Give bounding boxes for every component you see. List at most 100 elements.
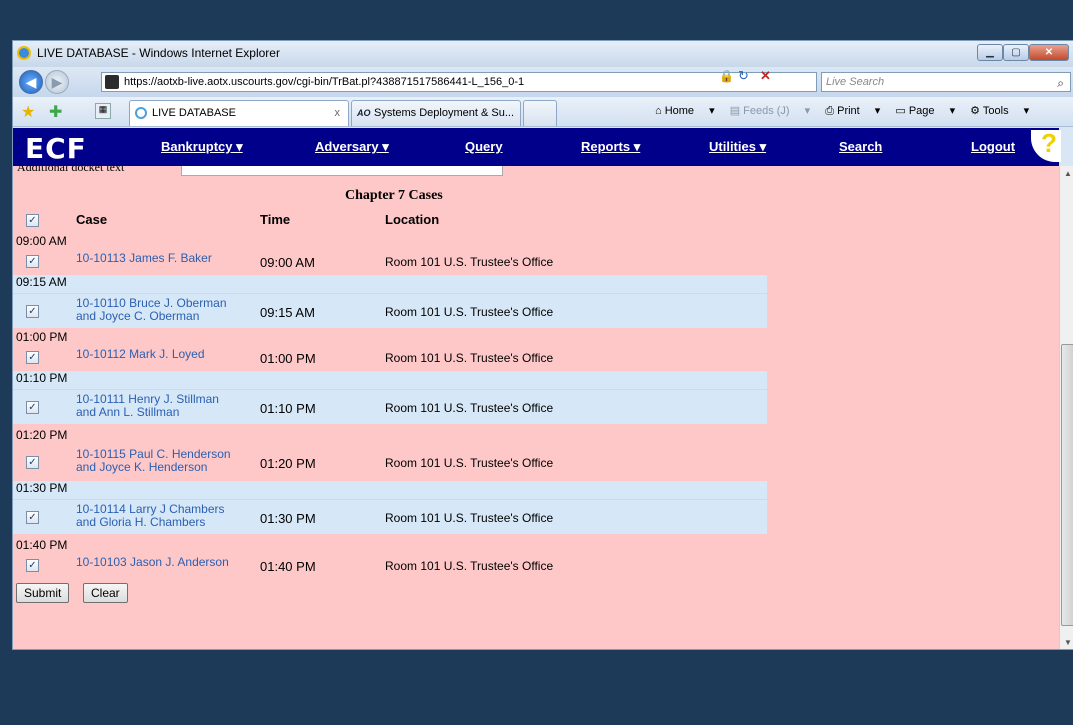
- menu-logout[interactable]: Logout: [971, 139, 1015, 154]
- home-button[interactable]: ⌂ Home ▾: [655, 105, 715, 117]
- ecf-logo[interactable]: ECF: [25, 132, 87, 165]
- add-favorites-icon[interactable]: ✚: [49, 102, 62, 122]
- case-checkbox[interactable]: ✓: [26, 559, 39, 572]
- case-line: and Joyce K. Henderson: [76, 460, 208, 474]
- stop-icon[interactable]: ✕: [760, 68, 771, 84]
- table-row: ✓ 10-10111 Henry J. Stillman and Ann L. S…: [13, 390, 767, 424]
- live-search-input[interactable]: Live Search ⌕: [821, 72, 1071, 92]
- table-row: ✓ 10-10115 Paul C. Henderson and Joyce K.…: [13, 445, 767, 479]
- ie-logo-icon: [17, 46, 31, 60]
- case-time: 01:10 PM: [260, 401, 316, 416]
- case-time: 01:30 PM: [260, 511, 316, 526]
- feeds-label: Feeds (J): [743, 105, 790, 117]
- title-bar: LIVE DATABASE - Windows Internet Explore…: [13, 41, 1073, 67]
- search-icon[interactable]: ⌕: [1057, 74, 1064, 92]
- case-link[interactable]: 10-10113 James F. Baker: [76, 252, 212, 265]
- menu-reports[interactable]: Reports ▾: [581, 139, 640, 155]
- case-checkbox[interactable]: ✓: [26, 351, 39, 364]
- case-checkbox[interactable]: ✓: [26, 305, 39, 318]
- case-link[interactable]: 10-10115 Paul C. Henderson and Joyce K. H…: [76, 448, 231, 474]
- window-title: LIVE DATABASE - Windows Internet Explore…: [37, 46, 280, 60]
- forward-button[interactable]: ▶: [45, 70, 69, 94]
- feeds-button[interactable]: ▤ Feeds (J) ▾: [730, 105, 811, 117]
- close-tab-icon[interactable]: x: [335, 101, 341, 125]
- table-row: ✓ 10-10112 Mark J. Loyed 01:00 PM Room 1…: [13, 346, 767, 368]
- vertical-scrollbar[interactable]: ▲ ▼: [1059, 166, 1073, 649]
- ie-tab-icon: [135, 107, 147, 119]
- print-button[interactable]: ⎙ Print ▾: [825, 105, 880, 117]
- case-link[interactable]: 10-10112 Mark J. Loyed: [76, 348, 205, 361]
- clear-button[interactable]: Clear: [83, 583, 128, 603]
- case-location: Room 101 U.S. Trustee's Office: [385, 351, 554, 365]
- new-tab-button[interactable]: [523, 100, 557, 126]
- time-group-label: 09:00 AM: [16, 234, 67, 248]
- site-icon: [105, 75, 119, 89]
- additional-docket-input[interactable]: [181, 166, 503, 176]
- case-line: and Gloria H. Chambers: [76, 515, 206, 529]
- presentation-frame: LIVE DATABASE - Windows Internet Explore…: [0, 0, 1073, 725]
- maximize-button[interactable]: ▢: [1003, 44, 1029, 61]
- back-button[interactable]: ◀: [19, 70, 43, 94]
- case-checkbox[interactable]: ✓: [26, 456, 39, 469]
- case-time: 01:40 PM: [260, 559, 316, 574]
- favorites-star-icon[interactable]: ★: [21, 102, 35, 122]
- time-group-label: 01:40 PM: [16, 538, 68, 552]
- favorites-bar: ★ ✚ ▦ LIVE DATABASE x AO Systems Deploym…: [13, 97, 1073, 127]
- lock-icon[interactable]: 🔒: [719, 69, 734, 83]
- time-group-label: 09:15 AM: [13, 275, 767, 293]
- table-row: ✓ 10-10114 Larry J Chambers and Gloria H.…: [13, 500, 767, 534]
- time-group-label: 01:10 PM: [13, 371, 767, 389]
- close-window-button[interactable]: ✕: [1029, 44, 1069, 61]
- additional-docket-label: Additional docket text: [17, 166, 125, 174]
- quick-tabs-icon[interactable]: ▦: [95, 103, 111, 119]
- refresh-icon[interactable]: ↻: [738, 68, 749, 84]
- scroll-thumb[interactable]: [1061, 344, 1073, 626]
- menu-adversary[interactable]: Adversary ▾: [315, 139, 389, 155]
- submit-button[interactable]: Submit: [16, 583, 70, 603]
- case-link[interactable]: 10-10114 Larry J Chambers and Gloria H. C…: [76, 503, 225, 529]
- menu-search[interactable]: Search: [839, 139, 882, 154]
- scroll-down-icon[interactable]: ▼: [1064, 638, 1072, 647]
- menu-utilities[interactable]: Utilities ▾: [709, 139, 766, 155]
- minimize-button[interactable]: ▁: [977, 44, 1003, 61]
- case-line: and Ann L. Stillman: [76, 405, 180, 419]
- table-row: ✓ 10-10103 Jason J. Anderson 01:40 PM Ro…: [13, 554, 767, 576]
- tab-systems-deployment[interactable]: AO Systems Deployment & Su...: [351, 100, 521, 126]
- case-checkbox[interactable]: ✓: [26, 511, 39, 524]
- case-link[interactable]: 10-10103 Jason J. Anderson: [76, 556, 229, 569]
- help-button[interactable]: ?: [1031, 128, 1061, 162]
- case-line: 10-10112 Mark J. Loyed: [76, 347, 205, 361]
- page-menu-button[interactable]: ▭ Page ▾: [895, 105, 955, 117]
- address-toolbar: ◀ ▶ https://aotxb-live.aotx.uscourts.gov…: [13, 67, 1073, 97]
- tab-live-database[interactable]: LIVE DATABASE x: [129, 100, 349, 126]
- page-content: Additional docket text Chapter 7 Cases ✓…: [13, 166, 1059, 649]
- tools-menu-button[interactable]: ⚙ Tools ▾: [970, 105, 1029, 117]
- case-time: 01:00 PM: [260, 351, 316, 366]
- case-location: Room 101 U.S. Trustee's Office: [385, 511, 554, 525]
- search-placeholder: Live Search: [826, 76, 885, 88]
- case-checkbox[interactable]: ✓: [26, 401, 39, 414]
- address-bar[interactable]: https://aotxb-live.aotx.uscourts.gov/cgi…: [101, 72, 817, 92]
- page-label: Page: [908, 105, 935, 117]
- case-time: 09:00 AM: [260, 255, 315, 270]
- table-row: ✓ 10-10113 James F. Baker 09:00 AM Room …: [13, 250, 767, 272]
- case-location: Room 101 U.S. Trustee's Office: [385, 305, 554, 319]
- select-all-checkbox[interactable]: ✓: [26, 214, 39, 227]
- case-line: 10-10113 James F. Baker: [76, 251, 212, 265]
- case-line: 10-10110 Bruce J. Oberman: [76, 296, 227, 310]
- case-checkbox[interactable]: ✓: [26, 255, 39, 268]
- scroll-up-icon[interactable]: ▲: [1064, 169, 1072, 178]
- case-link[interactable]: 10-10110 Bruce J. Oberman and Joyce C. Ob…: [76, 297, 227, 323]
- section-title: Chapter 7 Cases: [345, 188, 443, 203]
- case-link[interactable]: 10-10111 Henry J. Stillman and Ann L. Sti…: [76, 393, 219, 419]
- time-group-label: 01:30 PM: [13, 481, 767, 499]
- menu-query[interactable]: Query: [465, 139, 503, 154]
- header-location: Location: [385, 212, 440, 227]
- case-line: 10-10115 Paul C. Henderson: [76, 447, 231, 461]
- menu-bankruptcy[interactable]: Bankruptcy ▾: [161, 139, 243, 155]
- browser-window: LIVE DATABASE - Windows Internet Explore…: [12, 40, 1073, 650]
- case-time: 09:15 AM: [260, 305, 315, 320]
- case-line: 10-10111 Henry J. Stillman: [76, 392, 219, 406]
- tab-label: LIVE DATABASE: [152, 107, 236, 119]
- command-bar: ⌂ Home ▾ ▤ Feeds (J) ▾ ⎙ Print ▾ ▭ Page …: [655, 104, 1041, 118]
